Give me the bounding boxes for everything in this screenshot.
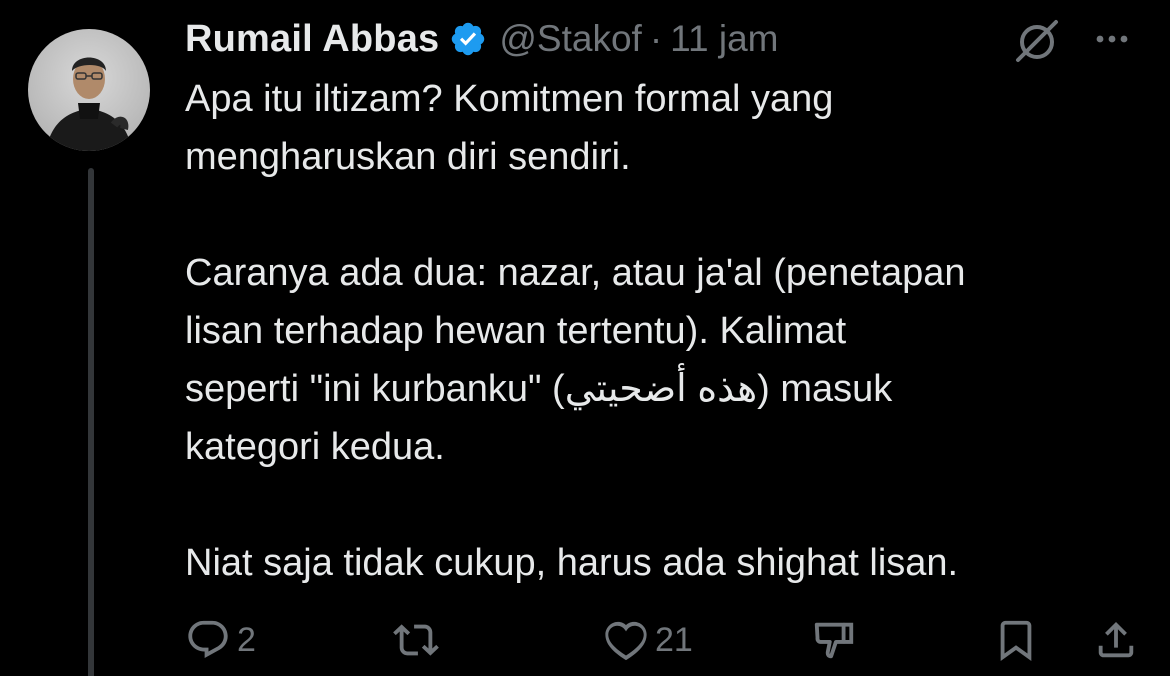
dislike-button[interactable] [811, 612, 857, 668]
share-icon [1098, 621, 1134, 658]
action-bar: 2 21 [185, 612, 1145, 668]
tweet-header: Rumail Abbas @Stakof · 11 jam [185, 14, 778, 64]
more-icon[interactable] [1092, 22, 1132, 56]
tweet-paragraph: Caranya ada dua: nazar, atau ja'al (pene… [185, 252, 966, 468]
thread-line [88, 168, 94, 676]
grok-icon[interactable] [1012, 16, 1062, 64]
separator-dot: · [649, 18, 663, 59]
like-count: 21 [655, 620, 693, 659]
bookmark-icon [1000, 620, 1032, 661]
avatar-photo [46, 57, 132, 151]
tweet-paragraph: Niat saja tidak cukup, harus ada shighat… [185, 542, 959, 584]
retweet-icon [393, 624, 439, 656]
avatar[interactable] [28, 29, 150, 151]
tweet-text: Apa itu iltizam? Komitmen formal yang me… [185, 70, 1145, 592]
tweet-paragraph: Apa itu iltizam? Komitmen formal yang me… [185, 78, 834, 178]
verified-badge-icon[interactable] [449, 20, 487, 58]
retweet-button[interactable] [393, 612, 445, 668]
dislike-icon [814, 622, 854, 659]
reply-icon [188, 620, 228, 659]
tweet-timestamp[interactable]: 11 jam [670, 18, 778, 60]
like-button[interactable]: 21 [603, 612, 693, 668]
heart-icon [605, 621, 647, 661]
reply-count: 2 [237, 620, 256, 659]
bookmark-button[interactable] [993, 612, 1039, 668]
reply-button[interactable]: 2 [185, 612, 256, 668]
tweet: Rumail Abbas @Stakof · 11 jam Apa itu il… [0, 0, 1170, 676]
author-handle[interactable]: @Stakof [499, 18, 641, 60]
share-button[interactable] [1093, 612, 1139, 668]
author-display-name[interactable]: Rumail Abbas [185, 18, 439, 61]
